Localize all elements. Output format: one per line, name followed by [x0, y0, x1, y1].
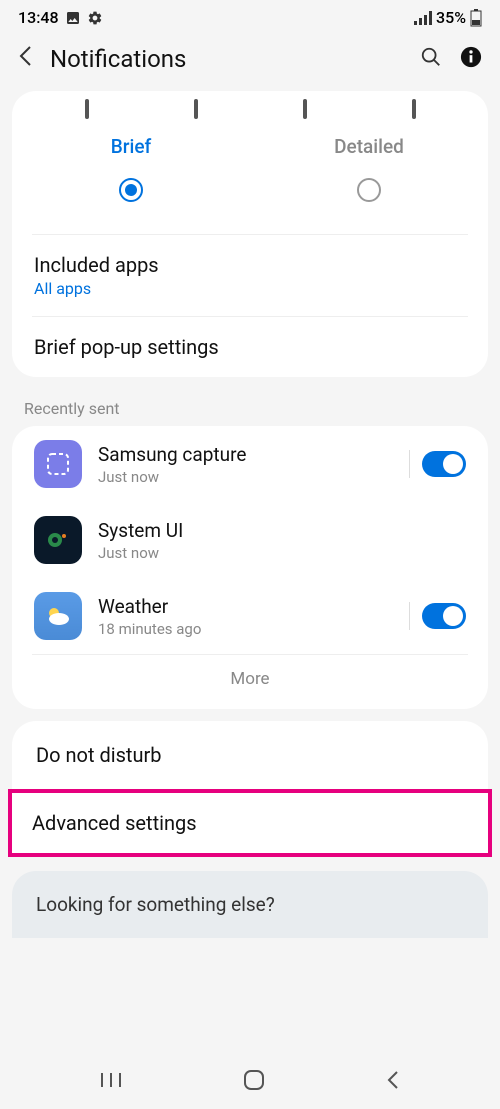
popup-settings-title: Brief pop-up settings: [34, 335, 466, 359]
battery-text: 35%: [436, 8, 466, 27]
app-time: Just now: [98, 468, 393, 486]
more-button[interactable]: More: [12, 655, 488, 709]
recents-button[interactable]: [100, 1071, 122, 1093]
app-row-systemui[interactable]: System UI Just now: [12, 502, 488, 578]
advanced-highlight: Advanced settings: [8, 789, 492, 857]
popup-settings-row[interactable]: Brief pop-up settings: [12, 317, 488, 377]
gear-icon: [87, 10, 103, 26]
battery-icon: [470, 9, 482, 27]
header: Notifications: [0, 31, 500, 91]
status-bar: 13:48 35%: [0, 0, 500, 31]
radio-detailed[interactable]: [357, 178, 381, 202]
app-name: System UI: [98, 519, 466, 542]
capture-app-icon: [34, 440, 82, 488]
info-button[interactable]: [460, 46, 482, 72]
included-apps-subtitle: All apps: [34, 279, 466, 298]
app-row-weather[interactable]: Weather 18 minutes ago: [12, 578, 488, 654]
style-brief-label: Brief: [12, 135, 250, 158]
toggle-capture[interactable]: [422, 451, 466, 477]
nav-back-button[interactable]: [386, 1070, 400, 1094]
toggle-weather[interactable]: [422, 603, 466, 629]
dnd-row[interactable]: Do not disturb: [12, 721, 488, 789]
radio-brief[interactable]: [119, 178, 143, 202]
style-card: Brief Detailed Included apps All apps Br…: [12, 91, 488, 377]
footer-row[interactable]: Looking for something else?: [12, 871, 488, 938]
included-apps-title: Included apps: [34, 253, 466, 277]
signal-icon: [414, 11, 432, 25]
app-time: Just now: [98, 544, 466, 562]
style-detailed[interactable]: Detailed: [250, 135, 488, 206]
search-button[interactable]: [420, 46, 442, 72]
image-icon: [65, 10, 81, 26]
advanced-settings-row[interactable]: Advanced settings: [12, 793, 488, 853]
menu-card: Do not disturb: [12, 721, 488, 789]
app-row-capture[interactable]: Samsung capture Just now: [12, 426, 488, 502]
navigation-bar: [0, 1055, 500, 1109]
back-button[interactable]: [18, 45, 32, 73]
weather-app-icon: [34, 592, 82, 640]
included-apps-row[interactable]: Included apps All apps: [12, 235, 488, 316]
page-title: Notifications: [50, 45, 402, 73]
system-app-icon: [34, 516, 82, 564]
status-time: 13:48: [18, 8, 59, 27]
home-button[interactable]: [243, 1069, 265, 1095]
style-detailed-label: Detailed: [250, 135, 488, 158]
app-name: Samsung capture: [98, 443, 393, 466]
app-name: Weather: [98, 595, 393, 618]
recently-sent-header: Recently sent: [0, 389, 500, 426]
app-time: 18 minutes ago: [98, 620, 393, 638]
style-brief[interactable]: Brief: [12, 135, 250, 206]
recent-card: Samsung capture Just now System UI Just …: [12, 426, 488, 709]
